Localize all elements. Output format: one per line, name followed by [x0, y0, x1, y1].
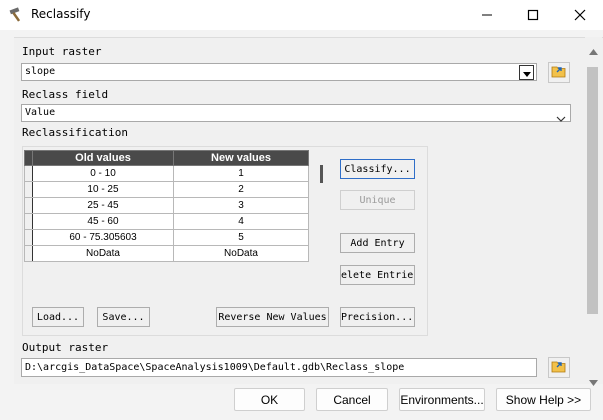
old-value-cell[interactable]: 10 - 25 [32, 181, 174, 198]
row-header[interactable] [24, 197, 33, 214]
reclass-field-select[interactable]: Value [21, 104, 571, 122]
input-raster-field[interactable]: slope [21, 63, 537, 81]
table-corner [24, 150, 33, 166]
new-value-cell[interactable]: 4 [173, 213, 309, 230]
reverse-new-values-button[interactable]: Reverse New Values [216, 307, 329, 327]
maximize-button[interactable] [510, 0, 556, 30]
table-row[interactable]: 25 - 45 3 [24, 197, 309, 214]
row-header[interactable] [24, 229, 33, 246]
load-button[interactable]: Load... [32, 307, 84, 327]
table-row[interactable]: 0 - 10 1 [24, 165, 309, 182]
precision-button[interactable]: Precision... [340, 307, 415, 327]
cancel-button[interactable]: Cancel [316, 388, 388, 411]
column-header-old[interactable]: Old values [32, 150, 174, 166]
input-raster-label: Input raster [22, 45, 102, 58]
ok-button[interactable]: OK [234, 388, 305, 411]
old-value-cell[interactable]: NoData [32, 245, 174, 262]
unique-button[interactable]: Unique [340, 190, 415, 210]
output-raster-field[interactable]: D:\arcgis_DataSpace\SpaceAnalysis1009\De… [21, 358, 537, 377]
table-scrollbar-thumb[interactable] [320, 165, 323, 183]
column-header-new[interactable]: New values [173, 150, 309, 166]
reclass-field-label: Reclass field [22, 88, 109, 101]
old-value-cell[interactable]: 0 - 10 [32, 165, 174, 182]
folder-icon [551, 63, 567, 82]
scroll-down-icon[interactable] [589, 371, 598, 390]
delete-entries-button[interactable]: elete Entrie [340, 265, 415, 285]
form-scrollbar-thumb[interactable] [587, 67, 598, 314]
chevron-down-icon [522, 63, 531, 82]
old-value-cell[interactable]: 25 - 45 [32, 197, 174, 214]
title-bar: Reclassify [0, 0, 603, 30]
new-value-cell[interactable]: 1 [173, 165, 309, 182]
new-value-cell[interactable]: 2 [173, 181, 309, 198]
new-value-cell[interactable]: 3 [173, 197, 309, 214]
table-row[interactable]: NoData NoData [24, 245, 309, 262]
table-row[interactable]: 10 - 25 2 [24, 181, 309, 198]
new-value-cell[interactable]: 5 [173, 229, 309, 246]
reclass-table: Old values New values 0 - 10 1 10 - 25 2… [24, 150, 309, 262]
classify-button[interactable]: Classify... [340, 159, 415, 179]
row-header[interactable] [24, 181, 33, 198]
old-value-cell[interactable]: 45 - 60 [32, 213, 174, 230]
old-value-cell[interactable]: 60 - 75.305603 [32, 229, 174, 246]
row-header[interactable] [24, 245, 33, 262]
minimize-icon [481, 6, 493, 25]
add-entry-button[interactable]: Add Entry [340, 233, 415, 253]
save-button[interactable]: Save... [97, 307, 150, 327]
row-header[interactable] [24, 165, 33, 182]
output-raster-browse-button[interactable] [548, 357, 570, 378]
show-help-button[interactable]: Show Help >> [496, 388, 591, 411]
input-raster-dropdown[interactable] [519, 65, 534, 80]
scroll-up-icon[interactable] [589, 40, 598, 59]
output-raster-label: Output raster [22, 341, 109, 354]
environments-button[interactable]: Environments... [399, 388, 485, 411]
close-icon [574, 6, 586, 25]
close-button[interactable] [557, 0, 603, 30]
folder-icon [551, 358, 567, 377]
new-value-cell[interactable]: NoData [173, 245, 309, 262]
minimize-button[interactable] [464, 0, 510, 30]
maximize-icon [527, 6, 539, 25]
chevron-down-icon [556, 108, 566, 127]
table-row[interactable]: 60 - 75.305603 5 [24, 229, 309, 246]
row-header[interactable] [24, 213, 33, 230]
window-title: Reclassify [31, 7, 91, 21]
table-row[interactable]: 45 - 60 4 [24, 213, 309, 230]
hammer-icon [8, 7, 26, 23]
input-raster-browse-button[interactable] [548, 62, 570, 83]
reclassification-label: Reclassification [22, 126, 128, 139]
